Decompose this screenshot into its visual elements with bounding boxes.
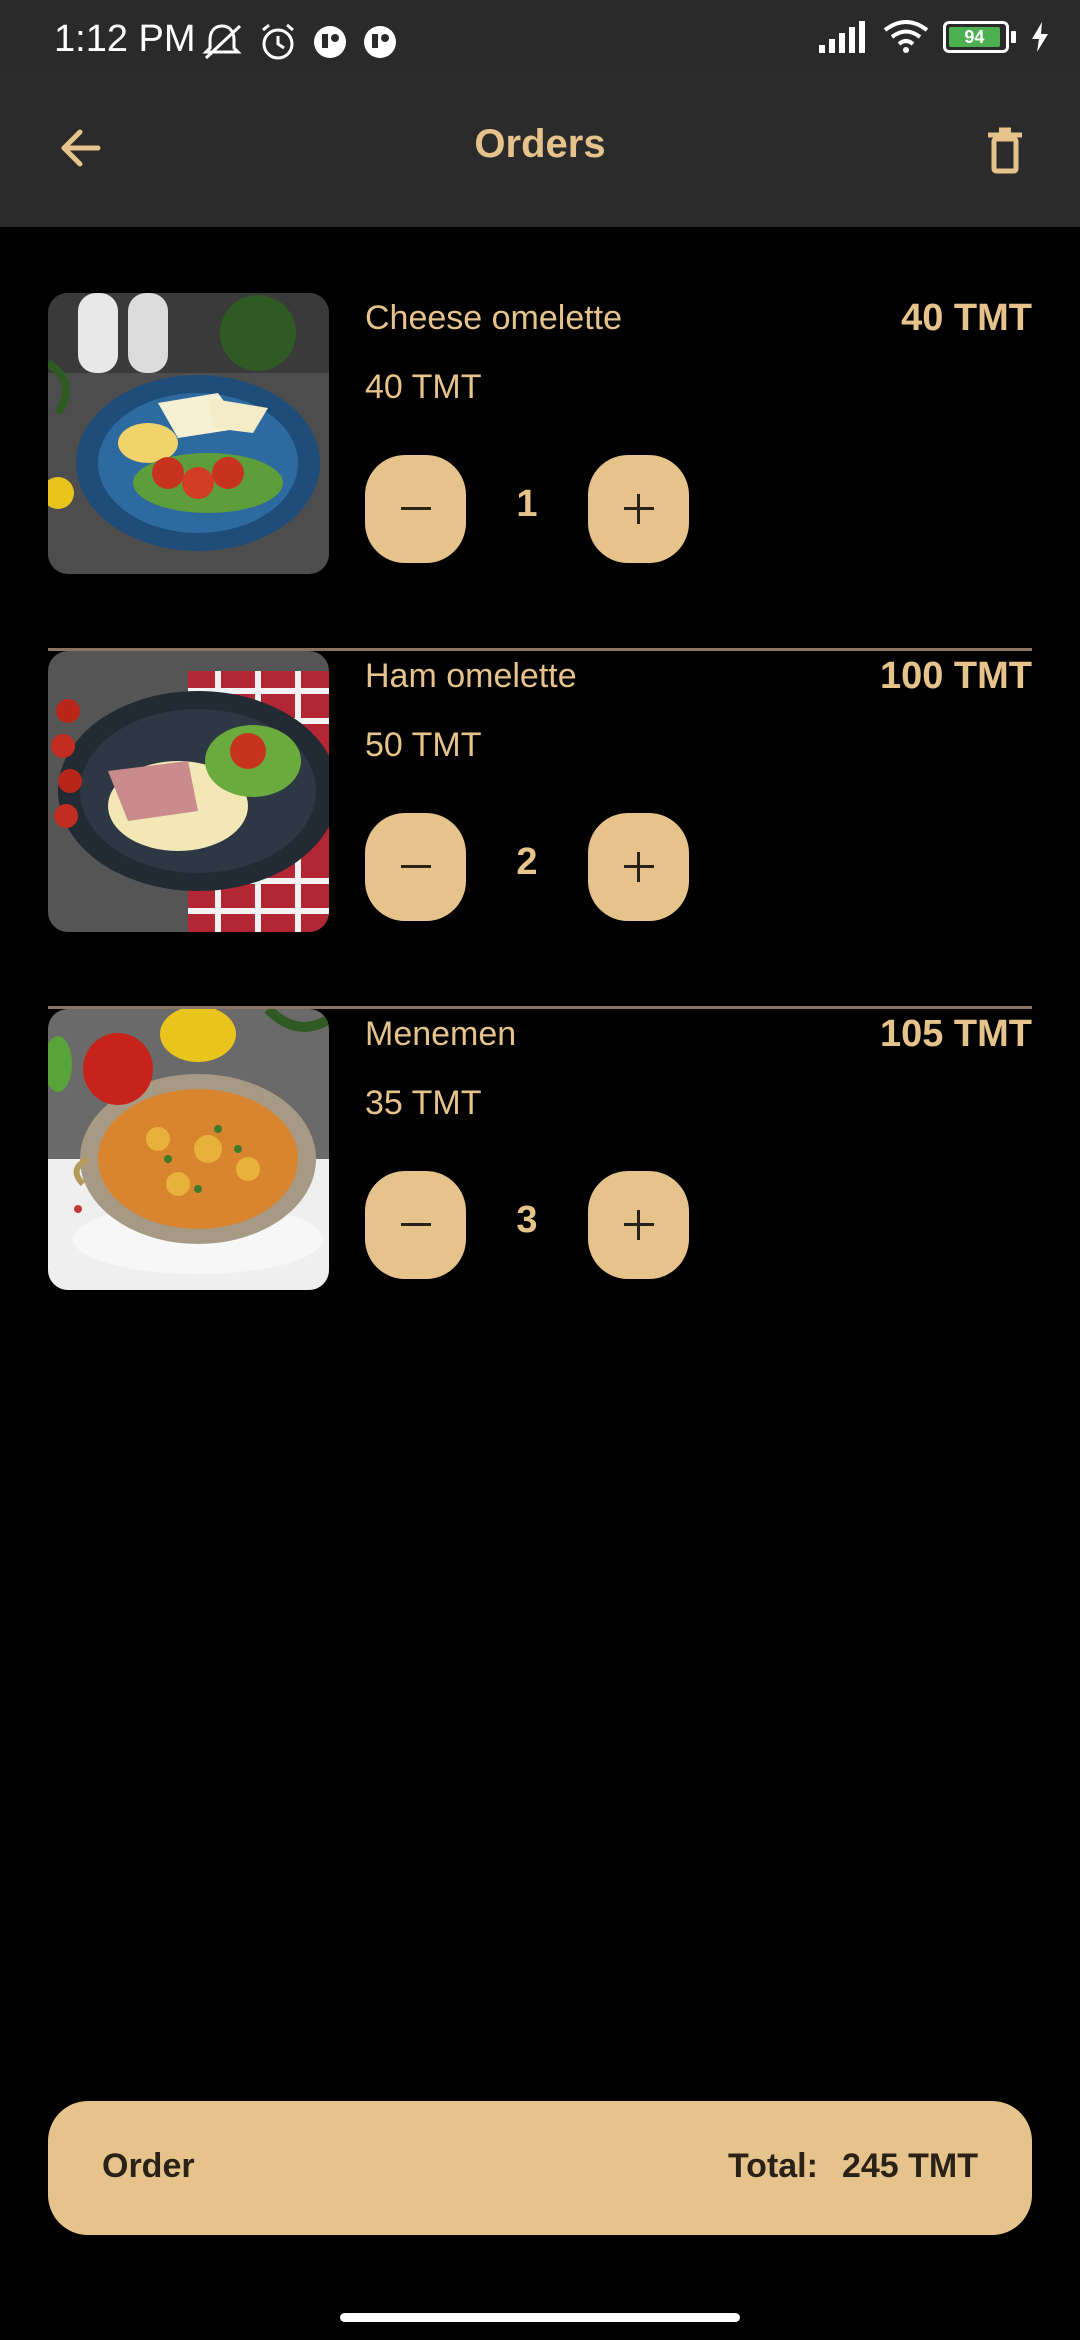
dish-name: Ham omelette bbox=[365, 657, 577, 695]
wifi-icon bbox=[883, 20, 929, 53]
battery-level: 94 bbox=[949, 27, 1000, 47]
increase-quantity-button[interactable] bbox=[588, 455, 689, 563]
minus-icon bbox=[400, 1223, 431, 1226]
signal-icon bbox=[819, 21, 865, 53]
order-item: Menemen 35 TMT 105 TMT 3 bbox=[48, 1009, 1032, 1367]
trash-icon bbox=[988, 127, 1022, 174]
app-bar: Orders bbox=[0, 72, 1080, 227]
bell-muted-icon bbox=[202, 24, 242, 60]
order-item: Ham omelette 50 TMT 100 TMT 2 bbox=[48, 651, 1032, 1009]
quantity-value: 3 bbox=[516, 1199, 538, 1241]
decrease-quantity-button[interactable] bbox=[365, 455, 466, 563]
order-total: Total: 245 TMT bbox=[728, 2147, 978, 2186]
app-notification-icon bbox=[364, 26, 396, 58]
order-item: Cheese omelette 40 TMT 40 TMT 1 bbox=[48, 293, 1032, 651]
home-indicator[interactable] bbox=[340, 2313, 740, 2322]
delete-all-button[interactable] bbox=[970, 116, 1040, 186]
minus-icon bbox=[400, 865, 431, 868]
quantity-value: 2 bbox=[516, 841, 538, 883]
status-icons-right: 94 bbox=[819, 20, 1050, 54]
alarm-icon bbox=[262, 23, 294, 60]
page-title: Orders bbox=[474, 122, 606, 166]
order-label: Order bbox=[102, 2147, 195, 2185]
line-total: 105 TMT bbox=[879, 1013, 1032, 1055]
dish-name: Menemen bbox=[365, 1015, 517, 1053]
unit-price: 35 TMT bbox=[365, 1084, 482, 1122]
line-total: 100 TMT bbox=[879, 655, 1032, 697]
decrease-quantity-button[interactable] bbox=[365, 1171, 466, 1279]
plus-icon bbox=[623, 494, 654, 524]
increase-quantity-button[interactable] bbox=[588, 813, 689, 921]
line-total: 40 TMT bbox=[901, 297, 1032, 339]
order-button[interactable]: Order Total: 245 TMT bbox=[48, 2101, 1032, 2235]
status-bar: 1:12 PM 94 bbox=[0, 0, 1080, 72]
battery-indicator: 94 bbox=[943, 21, 1016, 53]
quantity-value: 1 bbox=[516, 483, 538, 525]
total-value: 245 TMT bbox=[841, 2147, 978, 2185]
status-icons-left bbox=[200, 22, 398, 62]
app-notification-icon bbox=[314, 26, 346, 58]
order-list: Cheese omelette 40 TMT 40 TMT 1 Ham omel… bbox=[48, 293, 1032, 1367]
decrease-quantity-button[interactable] bbox=[365, 813, 466, 921]
total-label: Total: bbox=[727, 2147, 818, 2185]
plus-icon bbox=[623, 852, 654, 882]
increase-quantity-button[interactable] bbox=[588, 1171, 689, 1279]
dish-name: Cheese omelette bbox=[365, 299, 623, 337]
unit-price: 40 TMT bbox=[365, 368, 482, 406]
minus-icon bbox=[400, 507, 431, 510]
dish-image bbox=[48, 651, 329, 932]
unit-price: 50 TMT bbox=[365, 726, 482, 764]
charging-icon bbox=[1032, 22, 1048, 52]
dish-image bbox=[48, 293, 329, 574]
plus-icon bbox=[623, 1210, 654, 1240]
status-time: 1:12 PM bbox=[54, 18, 196, 60]
dish-image bbox=[48, 1009, 329, 1290]
